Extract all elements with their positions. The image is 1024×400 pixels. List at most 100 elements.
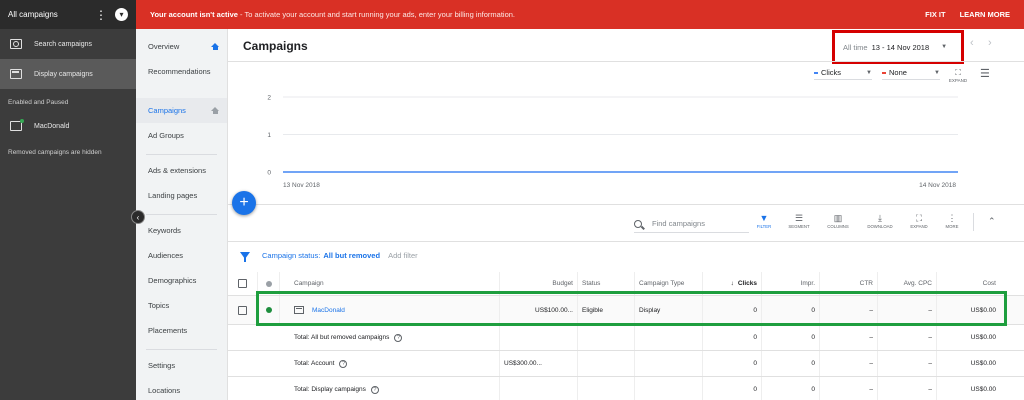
filter-button[interactable]: ▼ FILTER [747, 212, 781, 229]
chevron-down-icon[interactable]: ▾ [115, 8, 128, 21]
banner-rest-text: - To activate your account and start run… [237, 10, 516, 19]
chart-settings-icon[interactable]: ☰ [980, 67, 990, 80]
header-cost[interactable]: Cost [937, 272, 1000, 295]
table-row[interactable]: MacDonald US$100.00... Eligible Display … [228, 296, 1024, 325]
header-ctr[interactable]: CTR [820, 272, 878, 295]
clicks-cell: 0 [703, 325, 762, 350]
sidebar-item-macdonald[interactable]: MacDonald [0, 111, 136, 141]
nav-item-landing-pages[interactable]: Landing pages [136, 183, 227, 208]
find-campaigns-field[interactable]: Find campaigns [634, 215, 749, 233]
filter-icon [240, 252, 250, 262]
nav-item-topics[interactable]: Topics [136, 293, 227, 318]
nav-label: Landing pages [148, 191, 198, 200]
status-dot-icon [265, 280, 272, 287]
filter-label[interactable]: Campaign status: [262, 251, 320, 260]
date-range-selector[interactable]: All time 13 - 14 Nov 2018 ▼ [832, 30, 964, 64]
sidebar-item-search-campaigns[interactable]: Search campaigns [0, 29, 136, 59]
campaign-link[interactable]: MacDonald [312, 307, 345, 314]
clicks-cell: 0 [703, 296, 762, 324]
next-period-icon[interactable]: › [988, 37, 992, 49]
display-campaign-icon [294, 306, 304, 314]
header-campaign-type[interactable]: Campaign Type [635, 272, 703, 295]
metric-1-select[interactable]: Clicks ▼ [814, 68, 872, 80]
page-nav: Overview Recommendations Campaigns Ad Gr… [136, 29, 228, 400]
learn-more-button[interactable]: LEARN MORE [960, 10, 1010, 19]
nav-label: Settings [148, 361, 176, 370]
impr-cell: 0 [762, 351, 820, 376]
status-dot-header [258, 272, 280, 295]
clicks-cell: 0 [703, 377, 762, 400]
x-tick-label: 13 Nov 2018 [283, 182, 320, 189]
header-impr[interactable]: Impr. [762, 272, 820, 295]
budget-cell[interactable]: US$100.00... [500, 296, 578, 324]
impr-cell: 0 [762, 296, 820, 324]
chevron-up-icon[interactable]: ⌃ [988, 216, 996, 227]
tool-label: DOWNLOAD [867, 224, 893, 229]
metric-2-swatch [882, 71, 886, 74]
expand-chart-button[interactable]: ⛶ EXPAND [947, 68, 969, 83]
table-row: Total: Display campaigns? 0 0 – – US$0.0… [228, 377, 1024, 400]
download-icon: ⤓ [878, 213, 882, 223]
nav-item-audiences[interactable]: Audiences [136, 243, 227, 268]
clicks-cell: 0 [703, 351, 762, 376]
header-avg-cpc[interactable]: Avg. CPC [878, 272, 937, 295]
avg-cpc-cell: – [878, 296, 937, 324]
tool-label: MORE [945, 224, 959, 229]
search-placeholder: Find campaigns [652, 219, 705, 228]
nav-item-settings[interactable]: Settings [136, 353, 227, 378]
nav-item-locations[interactable]: Locations [136, 378, 227, 400]
nav-item-ads-extensions[interactable]: Ads & extensions [136, 158, 227, 183]
columns-button[interactable]: ▥ COLUMNS [821, 212, 855, 229]
expand-label: EXPAND [948, 78, 968, 83]
all-campaigns-label[interactable]: All campaigns [8, 10, 95, 19]
dropdown-arrow-icon: ▼ [941, 44, 948, 50]
row-checkbox[interactable] [238, 305, 247, 315]
ctr-cell: – [820, 377, 878, 400]
add-campaign-button[interactable]: + [232, 191, 256, 215]
search-icon [634, 219, 642, 228]
expand-table-button[interactable]: ⛶ EXPAND [902, 212, 936, 229]
enabled-status-icon[interactable] [265, 307, 272, 313]
avg-cpc-cell: – [878, 325, 937, 350]
more-vert-icon[interactable]: ⋮ [95, 9, 107, 21]
select-all-checkbox[interactable] [238, 279, 247, 288]
header-divider [228, 61, 1024, 62]
header-budget[interactable]: Budget [500, 272, 578, 295]
y-tick-label: 2 [267, 95, 271, 102]
chart-divider [228, 204, 1024, 205]
performance-chart: 2 1 0 13 Nov 2018 14 Nov 2018 [267, 95, 958, 189]
more-button[interactable]: ⋮ MORE [935, 212, 969, 229]
nav-label: Audiences [148, 251, 184, 260]
header-status[interactable]: Status [578, 272, 635, 295]
nav-item-recommendations[interactable]: Recommendations [136, 59, 227, 84]
fix-it-button[interactable]: FIX IT [925, 10, 945, 19]
nav-item-keywords[interactable]: Keywords [136, 218, 227, 243]
segment-button[interactable]: ☰ SEGMENT [782, 212, 816, 229]
cost-cell: US$0.00 [970, 360, 996, 367]
campaigns-table: Campaign Budget Status Campaign Type ↓ Cl… [228, 272, 1024, 400]
header-clicks-label: Clicks [737, 280, 757, 287]
nav-item-demographics[interactable]: Demographics [136, 268, 227, 293]
collapse-sidebar-icon[interactable]: ‹ [131, 210, 145, 224]
help-icon[interactable]: ? [370, 385, 379, 394]
status-text-cell [578, 377, 635, 400]
metric-2-select[interactable]: None ▼ [882, 68, 940, 80]
nav-item-campaigns[interactable]: Campaigns [136, 98, 227, 123]
sidebar-item-label: Search campaigns [34, 40, 92, 48]
more-vert-icon: ⋮ [947, 213, 957, 223]
filter-value[interactable]: All but removed [323, 251, 380, 260]
main-content: Campaigns All time 13 - 14 Nov 2018 ▼ ‹ … [228, 29, 1024, 400]
help-icon[interactable]: ? [394, 333, 403, 342]
header-campaign[interactable]: Campaign [280, 272, 500, 295]
nav-item-ad-groups[interactable]: Ad Groups [136, 123, 227, 148]
nav-item-overview[interactable]: Overview [136, 34, 227, 59]
nav-item-placements[interactable]: Placements [136, 318, 227, 343]
total-label-cell: Total: All but removed campaigns? [280, 325, 500, 350]
download-button[interactable]: ⤓ DOWNLOAD [863, 212, 897, 229]
sidebar-item-display-campaigns[interactable]: Display campaigns [0, 59, 136, 89]
add-filter-button[interactable]: Add filter [388, 251, 418, 260]
previous-period-icon[interactable]: ‹ [970, 37, 974, 49]
header-clicks[interactable]: ↓ Clicks [703, 272, 762, 295]
help-icon[interactable]: ? [339, 359, 348, 368]
expand-icon: ⛶ [955, 68, 961, 77]
